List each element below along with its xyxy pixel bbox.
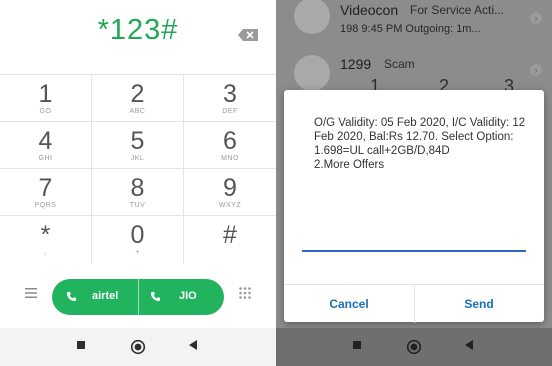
- dialed-number[interactable]: *123#: [0, 14, 276, 47]
- key-7[interactable]: 7 PQRS: [0, 169, 92, 216]
- dialer-screen: *123# 1 GO 2 ABC 3 DEF 4 GHI 5 JKL 6 MNO: [0, 0, 276, 366]
- key-3[interactable]: 3 DEF: [184, 75, 276, 122]
- menu-icon[interactable]: [24, 286, 38, 300]
- key-letters: WXYZ: [218, 202, 242, 209]
- cancel-button[interactable]: Cancel: [284, 285, 415, 323]
- key-digit: 9: [223, 174, 237, 202]
- chevron-right-icon[interactable]: ›: [530, 64, 542, 76]
- contact-name: 1299: [340, 56, 372, 72]
- key-digit: 3: [223, 80, 237, 108]
- dialog-actions: Cancel Send: [284, 284, 544, 323]
- key-4[interactable]: 4 GHI: [0, 122, 92, 169]
- contact-tag: Scam: [384, 57, 415, 71]
- dial-action-bar: airtel JIO: [0, 264, 276, 328]
- avatar: [294, 55, 330, 91]
- ussd-dialog: O/G Validity: 05 Feb 2020, I/C Validity:…: [284, 90, 544, 323]
- call-details: 198 9:45 PM Outgoing: 1m...: [340, 23, 481, 35]
- key-digit: 4: [38, 127, 53, 155]
- ussd-option: 1.698=UL call+2GB/D,84D: [314, 145, 450, 157]
- square-icon[interactable]: [75, 339, 87, 351]
- keypad: 1 GO 2 ABC 3 DEF 4 GHI 5 JKL 6 MNO 7 PQR…: [0, 74, 276, 265]
- call-sim1-button[interactable]: airtel: [52, 279, 138, 315]
- call-sim2-button[interactable]: JIO: [138, 279, 225, 315]
- key-5[interactable]: 5 JKL: [92, 122, 184, 169]
- system-nav-bar: [276, 328, 552, 366]
- send-button[interactable]: Send: [414, 285, 544, 323]
- key-digit: 0: [130, 221, 145, 249]
- avatar: [294, 0, 330, 34]
- key-digit: #: [223, 221, 237, 249]
- key-letters: TUV: [129, 202, 146, 209]
- call-buttons: airtel JIO: [52, 279, 224, 315]
- key-6[interactable]: 6 MNO: [184, 122, 276, 169]
- key-digit: 5: [130, 127, 145, 155]
- key-letters: ABC: [129, 108, 146, 115]
- circle-icon[interactable]: [406, 339, 422, 355]
- phone-icon: [66, 291, 77, 302]
- system-nav-bar: [0, 328, 276, 366]
- key-digit: 7: [38, 174, 53, 202]
- chevron-right-icon[interactable]: ›: [530, 12, 542, 24]
- key-letters: MNO: [221, 155, 239, 162]
- circle-icon[interactable]: [130, 339, 146, 355]
- ussd-screen: Videocon For Service Acti... 198 9:45 PM…: [276, 0, 552, 366]
- key-0[interactable]: 0 +: [92, 216, 184, 265]
- key-letters: GHI: [38, 155, 53, 162]
- key-digit: *: [40, 221, 51, 249]
- ussd-reply-input[interactable]: [302, 250, 526, 252]
- key-9[interactable]: 9 WXYZ: [184, 169, 276, 216]
- key-letters: +: [135, 249, 140, 256]
- phone-icon: [150, 291, 161, 302]
- backspace-icon[interactable]: [237, 28, 259, 42]
- dial-display: *123#: [0, 0, 276, 74]
- key-digit: 8: [130, 174, 145, 202]
- key-letters: ,: [44, 249, 47, 256]
- ussd-option: 2.More Offers: [314, 159, 385, 171]
- key-digit: 6: [223, 127, 237, 155]
- ussd-message-text: O/G Validity: 05 Feb 2020, I/C Validity:…: [314, 117, 526, 143]
- sim2-label: JIO: [179, 290, 197, 302]
- square-icon[interactable]: [351, 339, 363, 351]
- contact-tag: For Service Acti...: [410, 3, 505, 17]
- key-hash[interactable]: #: [184, 216, 276, 265]
- triangle-back-icon[interactable]: [187, 339, 199, 351]
- key-8[interactable]: 8 TUV: [92, 169, 184, 216]
- sim1-label: airtel: [92, 290, 119, 302]
- key-2[interactable]: 2 ABC: [92, 75, 184, 122]
- key-letters: PQRS: [34, 202, 57, 209]
- list-item[interactable]: Videocon For Service Acti... 198 9:45 PM…: [276, 0, 552, 46]
- key-digit: 1: [38, 80, 53, 108]
- key-1[interactable]: 1 GO: [0, 75, 92, 122]
- key-digit: 2: [130, 80, 145, 108]
- ussd-message: O/G Validity: 05 Feb 2020, I/C Validity:…: [314, 116, 536, 172]
- dialpad-icon[interactable]: [238, 286, 252, 300]
- key-letters: DEF: [222, 108, 238, 115]
- key-star[interactable]: * ,: [0, 216, 92, 265]
- key-letters: JKL: [130, 155, 145, 162]
- triangle-back-icon[interactable]: [463, 339, 475, 351]
- contact-name: Videocon: [340, 2, 399, 18]
- key-letters: GO: [39, 108, 52, 115]
